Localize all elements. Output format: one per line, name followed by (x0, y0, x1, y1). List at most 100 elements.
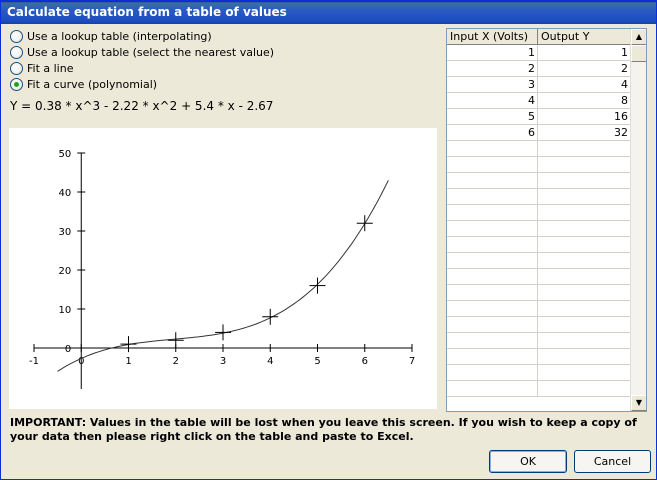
table-scrollbar[interactable]: ▲ ▼ (630, 29, 646, 411)
table-row[interactable] (447, 301, 631, 317)
cell-output-y[interactable] (538, 285, 631, 301)
cell-input-x[interactable] (447, 253, 538, 269)
cell-output-y[interactable] (538, 189, 631, 205)
option-label: Fit a line (27, 61, 74, 75)
cell-output-y[interactable]: 2 (538, 61, 631, 77)
cell-input-x[interactable] (447, 205, 538, 221)
cell-output-y[interactable] (538, 205, 631, 221)
table-row[interactable]: 48 (447, 93, 631, 109)
radio-icon[interactable] (10, 45, 23, 59)
cell-output-y[interactable] (538, 237, 631, 253)
table-row[interactable] (447, 189, 631, 205)
cell-output-y[interactable] (538, 269, 631, 285)
y-tick-label: 10 (59, 305, 72, 316)
cell-input-x[interactable] (447, 301, 538, 317)
table-row[interactable] (447, 349, 631, 365)
x-tick-label: 2 (173, 356, 179, 367)
x-tick-label: -1 (29, 356, 39, 367)
table-row[interactable]: 6 32 (447, 125, 631, 141)
data-point-marker (120, 336, 137, 353)
table-row[interactable] (447, 237, 631, 253)
data-point-marker (262, 308, 279, 325)
table-row[interactable] (447, 381, 631, 397)
scroll-up-icon[interactable]: ▲ (631, 29, 646, 45)
cancel-button[interactable]: Cancel (574, 450, 651, 473)
important-notice: IMPORTANT: Values in the table will be l… (10, 416, 637, 443)
cell-output-y[interactable] (538, 333, 631, 349)
x-tick-label: 7 (409, 356, 415, 367)
y-tick-label: 20 (59, 266, 72, 277)
cell-output-y[interactable] (538, 221, 631, 237)
cell-input-x[interactable] (447, 349, 538, 365)
radio-icon[interactable] (10, 29, 23, 43)
x-tick-label: 5 (314, 356, 320, 367)
table-row[interactable] (447, 333, 631, 349)
cell-output-y[interactable] (538, 301, 631, 317)
calculate-equation-dialog: Calculate equation from a table of value… (0, 0, 657, 480)
table-row[interactable] (447, 157, 631, 173)
cell-output-y[interactable] (538, 381, 631, 397)
cell-output-y[interactable] (538, 317, 631, 333)
values-table[interactable]: Input X (Volts) Output Y 1 1 2 2 3 4 4 8 5 16 6 32 … (446, 28, 647, 412)
table-row[interactable] (447, 141, 631, 157)
cell-output-y[interactable] (538, 157, 631, 173)
cell-input-x[interactable] (447, 269, 538, 285)
cell-input-x[interactable]: 3 (447, 77, 538, 93)
table-row[interactable] (447, 317, 631, 333)
cell-input-x[interactable] (447, 317, 538, 333)
header-output-y[interactable]: Output Y (538, 29, 631, 45)
fit-curve (57, 180, 389, 372)
option-fit-curve[interactable]: Fit a curve (polynomial) (10, 77, 157, 91)
option-lookup-nearest[interactable]: Use a lookup table (select the nearest v… (10, 45, 274, 59)
cell-input-x[interactable]: 2 (447, 61, 538, 77)
cell-output-y[interactable]: 1 (538, 45, 631, 61)
cell-input-x[interactable] (447, 365, 538, 381)
table-row[interactable] (447, 205, 631, 221)
cell-input-x[interactable] (447, 173, 538, 189)
ok-button[interactable]: OK (489, 450, 567, 473)
cell-input-x[interactable]: 5 (447, 109, 538, 125)
data-point-marker (356, 215, 373, 232)
table-row[interactable]: 5 16 (447, 109, 631, 125)
cell-input-x[interactable] (447, 141, 538, 157)
table-row[interactable] (447, 365, 631, 381)
cell-output-y[interactable] (538, 173, 631, 189)
cell-output-y[interactable] (538, 141, 631, 157)
table-row[interactable] (447, 221, 631, 237)
scroll-thumb[interactable] (631, 45, 646, 62)
cell-output-y[interactable] (538, 365, 631, 381)
y-tick-label: 50 (59, 149, 72, 160)
table-row[interactable]: 11 (447, 45, 631, 61)
table-row[interactable] (447, 285, 631, 301)
cell-output-y[interactable] (538, 349, 631, 365)
cell-input-x[interactable] (447, 285, 538, 301)
option-fit-line[interactable]: Fit a line (10, 61, 73, 75)
cell-output-y[interactable]: 4 (538, 77, 631, 93)
table-row[interactable]: 34 (447, 77, 631, 93)
radio-checked-icon[interactable] (10, 77, 23, 91)
cell-input-x[interactable]: 4 (447, 93, 538, 109)
x-tick-label: 6 (362, 356, 368, 367)
table-row[interactable] (447, 253, 631, 269)
x-tick-label: 1 (125, 356, 131, 367)
cell-output-y[interactable]: 16 (538, 109, 631, 125)
cell-input-x[interactable] (447, 381, 538, 397)
cell-output-y[interactable] (538, 253, 631, 269)
cell-output-y[interactable]: 8 (538, 93, 631, 109)
header-input-x[interactable]: Input X (Volts) (447, 29, 538, 45)
cell-input-x[interactable] (447, 333, 538, 349)
scroll-down-icon[interactable]: ▼ (631, 395, 646, 411)
cell-input-x[interactable] (447, 237, 538, 253)
option-lookup-interpolating[interactable]: Use a lookup table (interpolating) (10, 29, 212, 43)
radio-icon[interactable] (10, 61, 23, 75)
cell-input-x[interactable]: 1 (447, 45, 538, 61)
cell-input-x[interactable] (447, 157, 538, 173)
table-row[interactable] (447, 173, 631, 189)
cell-input-x[interactable]: 6 (447, 125, 538, 141)
cell-input-x[interactable] (447, 189, 538, 205)
table-row[interactable]: 22 (447, 61, 631, 77)
x-tick-label: 3 (220, 356, 226, 367)
cell-input-x[interactable] (447, 221, 538, 237)
cell-output-y[interactable]: 32 (538, 125, 631, 141)
table-row[interactable] (447, 269, 631, 285)
